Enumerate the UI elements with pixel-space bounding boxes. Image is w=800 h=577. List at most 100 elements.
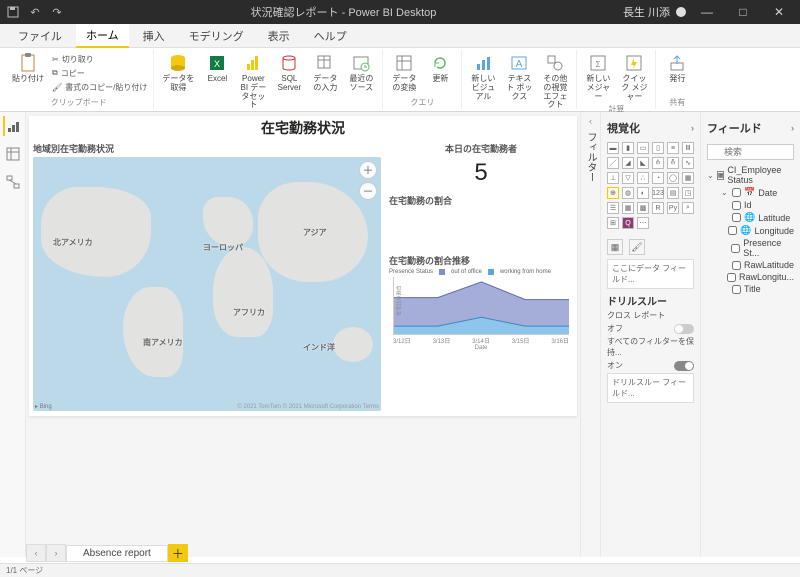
viz-matrix[interactable]: ▩ bbox=[637, 202, 649, 214]
tab-help[interactable]: ヘルプ bbox=[304, 25, 357, 47]
field-date-group[interactable]: ⌄📅Date bbox=[707, 186, 794, 199]
get-data-button[interactable]: データを取得 bbox=[158, 50, 198, 95]
viz-stacked-area[interactable]: ◣ bbox=[637, 157, 649, 169]
field-title[interactable]: Title bbox=[707, 283, 794, 295]
filters-pane-collapsed[interactable]: ‹ フィルター bbox=[580, 112, 600, 557]
viz-decomp[interactable]: ⊞ bbox=[607, 217, 619, 229]
viz-clustered-col[interactable]: ▯ bbox=[652, 142, 664, 154]
getdata-icon bbox=[167, 52, 189, 74]
ribbon: 貼り付け ✂切り取り ⧉コピー 🖌書式のコピー/貼り付け クリップボード データ… bbox=[0, 48, 800, 112]
quick-measure-button[interactable]: クイック メジャー bbox=[617, 50, 651, 103]
field-rawlat[interactable]: RawLatitude bbox=[707, 259, 794, 271]
format-painter-button[interactable]: 🖌書式のコピー/貼り付け bbox=[52, 80, 147, 94]
viz-kpi[interactable]: ◳ bbox=[682, 187, 694, 199]
maximize-button[interactable]: □ bbox=[728, 5, 758, 19]
enter-data-button[interactable]: データの入力 bbox=[308, 50, 342, 95]
field-id[interactable]: Id bbox=[707, 199, 794, 211]
more-visuals-button[interactable]: その他の視覚エフェクト bbox=[538, 50, 572, 112]
tab-view[interactable]: 表示 bbox=[258, 25, 300, 47]
fields-search-input[interactable] bbox=[707, 144, 794, 160]
transform-data-button[interactable]: データの変換 bbox=[387, 50, 421, 95]
viz-ribbon[interactable]: ∿ bbox=[682, 157, 694, 169]
viz-100bar[interactable]: ≡ bbox=[667, 142, 679, 154]
cross-report-toggle[interactable] bbox=[674, 324, 694, 334]
copy-button[interactable]: ⧉コピー bbox=[52, 66, 147, 80]
minimize-button[interactable]: — bbox=[692, 5, 722, 19]
chevron-right-icon[interactable]: › bbox=[791, 123, 794, 133]
viz-multi-card[interactable]: ▤ bbox=[667, 187, 679, 199]
map-zoom-out[interactable]: － bbox=[359, 182, 377, 200]
fields-pane: フィールド› ⌕ ⌄▦CI_Employee Status ⌄📅Date Id … bbox=[700, 112, 800, 557]
viz-area[interactable]: ◢ bbox=[622, 157, 634, 169]
add-page-button[interactable]: ＋ bbox=[168, 544, 188, 562]
recent-sources-button[interactable]: 最近のソース bbox=[344, 50, 378, 95]
redo-icon[interactable]: ↷ bbox=[50, 5, 64, 19]
page-next[interactable]: › bbox=[46, 544, 66, 562]
viz-filled-map[interactable]: ◍ bbox=[622, 187, 634, 199]
save-icon[interactable] bbox=[6, 5, 20, 19]
viz-tree[interactable]: ▦ bbox=[682, 172, 694, 184]
keep-filters-toggle[interactable] bbox=[674, 361, 694, 371]
undo-icon[interactable]: ↶ bbox=[28, 5, 42, 19]
user-avatar[interactable] bbox=[676, 7, 686, 17]
excel-button[interactable]: XExcel bbox=[200, 50, 234, 86]
viz-line[interactable]: ／ bbox=[607, 157, 619, 169]
viz-keyinf[interactable]: ⌕ bbox=[682, 202, 694, 214]
viz-scatter[interactable]: ∴ bbox=[637, 172, 649, 184]
viz-stacked-col[interactable]: ▮ bbox=[622, 142, 634, 154]
viz-slicer[interactable]: ☰ bbox=[607, 202, 619, 214]
tab-file[interactable]: ファイル bbox=[8, 25, 72, 47]
user-name[interactable]: 長生 川添 bbox=[623, 4, 670, 20]
cut-button[interactable]: ✂切り取り bbox=[52, 52, 147, 66]
field-latitude[interactable]: 🌐Latitude bbox=[707, 211, 794, 224]
field-longitude[interactable]: 🌐Longitude bbox=[707, 224, 794, 237]
page-prev[interactable]: ‹ bbox=[26, 544, 46, 562]
fields-tab[interactable]: ▦ bbox=[607, 239, 623, 255]
map-zoom-in[interactable]: ＋ bbox=[359, 161, 377, 179]
format-tab[interactable]: 🖌 bbox=[629, 239, 645, 255]
viz-more[interactable]: ⋯ bbox=[637, 217, 649, 229]
refresh-button[interactable]: 更新 bbox=[423, 50, 457, 86]
paste-button[interactable]: 貼り付け bbox=[8, 50, 48, 86]
refresh-icon bbox=[429, 52, 451, 74]
viz-card[interactable]: 123 bbox=[652, 187, 664, 199]
map-visual[interactable]: 北アメリカ 南アメリカ ヨーロッパ アフリカ アジア インド洋 ＋ － ▸ Bi… bbox=[33, 157, 381, 411]
viz-100col[interactable]: Ⅲ bbox=[682, 142, 694, 154]
publish-button[interactable]: 発行 bbox=[660, 50, 694, 86]
field-rawlon[interactable]: RawLongitu... bbox=[707, 271, 794, 283]
trend-chart[interactable]: 在宅勤務の割合推移 Presence Status out of office … bbox=[389, 254, 573, 416]
table-node[interactable]: ⌄▦CI_Employee Status bbox=[707, 164, 794, 186]
viz-pie[interactable]: ◔ bbox=[652, 172, 664, 184]
drill-well[interactable]: ドリルスルー フィールド... bbox=[607, 373, 694, 403]
model-view-button[interactable] bbox=[3, 172, 23, 192]
viz-waterfall[interactable]: ⊥ bbox=[607, 172, 619, 184]
field-well[interactable]: ここにデータ フィールド... bbox=[607, 259, 694, 289]
viz-funnel[interactable]: ▽ bbox=[622, 172, 634, 184]
report-view-button[interactable] bbox=[3, 116, 23, 136]
pbi-dataset-button[interactable]: Power BI データセット bbox=[236, 50, 270, 112]
new-measure-button[interactable]: Σ新しいメジャー bbox=[581, 50, 615, 103]
report-canvas[interactable]: 在宅勤務状況 地域別在宅勤務状況 北アメリカ 南アメリカ ヨーロッパ bbox=[29, 116, 577, 416]
viz-table[interactable]: ▦ bbox=[622, 202, 634, 214]
viz-qna[interactable]: Q bbox=[622, 217, 634, 229]
viz-map[interactable]: ⊕ bbox=[607, 187, 619, 199]
textbox-button[interactable]: Aテキスト ボックス bbox=[502, 50, 536, 103]
viz-stacked-bar[interactable]: ▬ bbox=[607, 142, 619, 154]
new-visual-button[interactable]: 新しいビジュアル bbox=[466, 50, 500, 103]
sql-button[interactable]: SQL Server bbox=[272, 50, 306, 95]
viz-clustered-bar[interactable]: ▭ bbox=[637, 142, 649, 154]
viz-combo2[interactable]: ⫚ bbox=[667, 157, 679, 169]
data-view-button[interactable] bbox=[3, 144, 23, 164]
viz-r[interactable]: R bbox=[652, 202, 664, 214]
tab-modeling[interactable]: モデリング bbox=[179, 25, 254, 47]
tab-home[interactable]: ホーム bbox=[76, 24, 129, 48]
viz-donut[interactable]: ◯ bbox=[667, 172, 679, 184]
chevron-right-icon[interactable]: › bbox=[691, 123, 694, 133]
field-presence[interactable]: Presence St... bbox=[707, 237, 794, 259]
close-button[interactable]: ✕ bbox=[764, 5, 794, 19]
viz-py[interactable]: Py bbox=[667, 202, 679, 214]
viz-combo1[interactable]: ⫛ bbox=[652, 157, 664, 169]
tab-insert[interactable]: 挿入 bbox=[133, 25, 175, 47]
viz-gauge[interactable]: ◐ bbox=[637, 187, 649, 199]
page-tab-1[interactable]: Absence report bbox=[66, 545, 168, 562]
